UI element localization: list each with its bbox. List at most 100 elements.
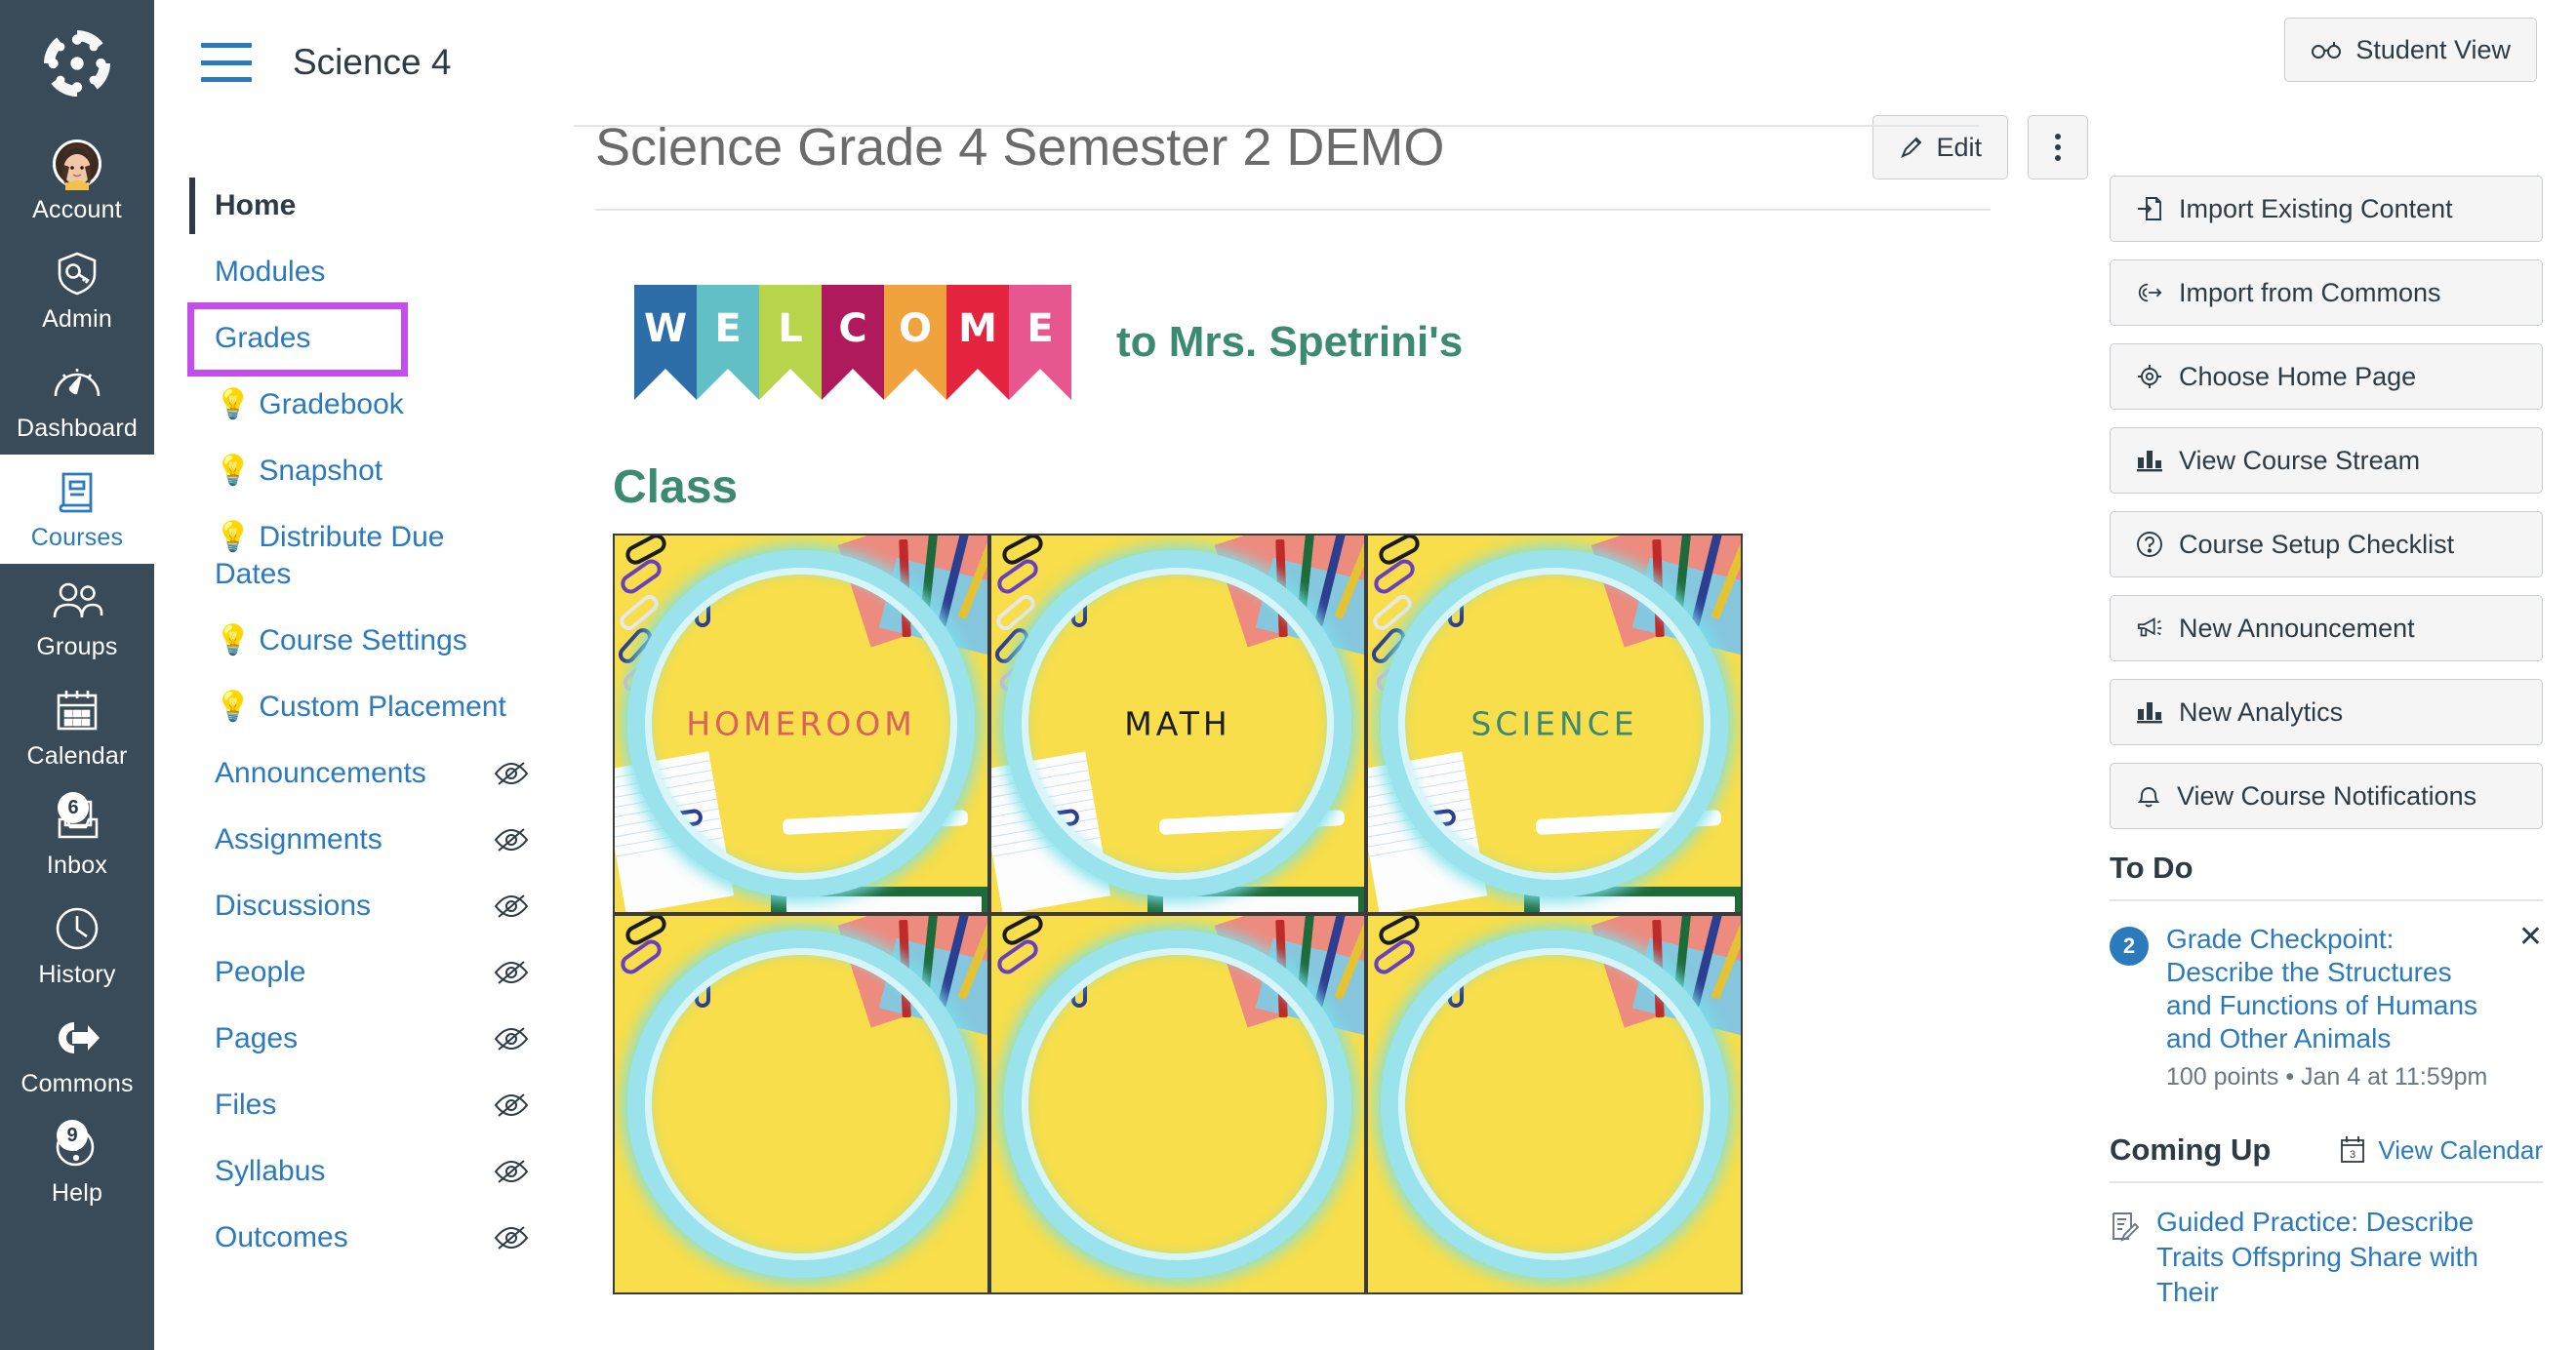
student-view-button[interactable]: Student View bbox=[2284, 18, 2537, 82]
class-card-label: HOMEROOM bbox=[686, 704, 916, 743]
welcome-flags: W E L C O M E bbox=[634, 285, 1071, 400]
class-card[interactable] bbox=[613, 914, 989, 1294]
view-course-notifications-button[interactable]: View Course Notifications bbox=[2110, 763, 2543, 829]
speedometer-icon bbox=[53, 355, 101, 410]
view-calendar-link[interactable]: 3 View Calendar bbox=[2339, 1135, 2543, 1166]
bar-chart-icon bbox=[2136, 699, 2163, 725]
pencil-icon bbox=[1899, 135, 1924, 160]
hamburger-icon[interactable] bbox=[201, 43, 252, 82]
global-nav-item-groups[interactable]: Groups bbox=[0, 564, 154, 673]
svg-text:3: 3 bbox=[2350, 1149, 2355, 1161]
import-document-icon bbox=[2136, 195, 2163, 222]
global-nav-label: History bbox=[38, 961, 116, 988]
todo-count-badge: 2 bbox=[2110, 927, 2149, 966]
main-content: Science Grade 4 Semester 2 DEMO Edit W E… bbox=[574, 0, 2088, 1350]
class-card[interactable]: SCIENCE bbox=[1366, 534, 1743, 914]
global-nav-item-history[interactable]: History bbox=[0, 892, 154, 1001]
assignment-icon bbox=[2110, 1211, 2139, 1242]
new-announcement-button[interactable]: New Announcement bbox=[2110, 595, 2543, 661]
global-nav-item-dashboard[interactable]: Dashboard bbox=[0, 345, 154, 455]
inbox-badge: 6 bbox=[58, 792, 89, 823]
canvas-logo[interactable] bbox=[0, 0, 154, 127]
course-nav-item-syllabus[interactable]: Syllabus bbox=[189, 1143, 574, 1200]
eye-off-icon bbox=[494, 1026, 529, 1052]
avatar-icon bbox=[51, 137, 103, 191]
course-nav-item-people[interactable]: People bbox=[189, 944, 574, 1001]
global-navigation: Account Admin Dashboard Courses Groups C… bbox=[0, 0, 154, 1350]
card-ring-inner bbox=[1022, 948, 1334, 1260]
course-nav-label: Syllabus bbox=[215, 1155, 326, 1187]
lightbulb-icon: 💡 bbox=[215, 388, 252, 420]
course-nav-item-discussions[interactable]: Discussions bbox=[189, 878, 574, 934]
class-card[interactable]: HOMEROOM bbox=[613, 534, 989, 914]
welcome-banner: W E L C O M E to Mrs. Spetrini's bbox=[595, 285, 2088, 400]
course-nav-item-course-settings[interactable]: 💡 Course Settings bbox=[189, 613, 574, 669]
global-nav-item-account[interactable]: Account bbox=[0, 127, 154, 236]
global-nav-item-admin[interactable]: Admin bbox=[0, 236, 154, 345]
global-nav-item-commons[interactable]: Commons bbox=[0, 1001, 154, 1110]
course-nav-label: Discussions bbox=[215, 890, 372, 922]
shield-key-icon bbox=[54, 246, 101, 300]
coming-up-divider bbox=[2110, 1181, 2543, 1183]
sidebar-button-label: Choose Home Page bbox=[2179, 361, 2417, 391]
course-nav-item-home[interactable]: Home bbox=[189, 178, 574, 234]
course-nav-label: Assignments bbox=[215, 823, 382, 855]
course-nav-item-files[interactable]: Files bbox=[189, 1077, 574, 1133]
clock-icon bbox=[55, 901, 100, 956]
course-nav-label: Grades bbox=[215, 322, 311, 354]
todo-item-link[interactable]: Grade Checkpoint: Describe the Structure… bbox=[2166, 923, 2500, 1055]
lightbulb-icon: 💡 bbox=[215, 455, 252, 487]
eyeglasses-icon bbox=[2311, 40, 2344, 60]
course-nav-item-pages[interactable]: Pages bbox=[189, 1011, 574, 1067]
global-nav-item-help[interactable]: 9 Help bbox=[0, 1110, 154, 1219]
class-card[interactable] bbox=[1366, 914, 1743, 1294]
course-nav-item-distribute-due-dates[interactable]: 💡 Distribute Due Dates bbox=[189, 509, 574, 603]
coming-up-item-link[interactable]: Guided Practice: Describe Traits Offspri… bbox=[2156, 1205, 2543, 1310]
eye-off-icon bbox=[494, 960, 529, 985]
inbox-icon: 6 bbox=[54, 792, 101, 847]
todo-item-meta: 100 points • Jan 4 at 11:59pm bbox=[2166, 1063, 2488, 1091]
view-course-stream-button[interactable]: View Course Stream bbox=[2110, 427, 2543, 494]
course-nav-item-announcements[interactable]: Announcements bbox=[189, 745, 574, 802]
welcome-flag: M bbox=[946, 285, 1009, 400]
global-nav-item-inbox[interactable]: 6 Inbox bbox=[0, 782, 154, 892]
sidebar-button-label: Import from Commons bbox=[2179, 277, 2441, 307]
class-card[interactable] bbox=[989, 914, 1366, 1294]
import-existing-content-button[interactable]: Import Existing Content bbox=[2110, 176, 2543, 242]
sidebar-button-label: New Analytics bbox=[2179, 696, 2344, 727]
course-nav-label: Gradebook bbox=[259, 388, 404, 420]
global-nav-item-courses[interactable]: Courses bbox=[0, 455, 154, 564]
welcome-flag: L bbox=[759, 285, 822, 400]
course-sidebar: Student View Import Existing Content Imp… bbox=[2088, 0, 2576, 1350]
class-card-label: MATH bbox=[1124, 704, 1231, 743]
course-nav-item-outcomes[interactable]: Outcomes bbox=[189, 1210, 574, 1266]
more-options-button[interactable] bbox=[2028, 115, 2088, 179]
course-nav-label: Custom Placement bbox=[259, 691, 506, 723]
sidebar-button-label: New Announcement bbox=[2179, 613, 2415, 643]
todo-heading-label: To Do bbox=[2110, 851, 2194, 885]
import-from-commons-button[interactable]: Import from Commons bbox=[2110, 259, 2543, 326]
course-nav-item-assignments[interactable]: Assignments bbox=[189, 812, 574, 868]
edit-button-label: Edit bbox=[1936, 132, 1982, 162]
lightbulb-icon: 💡 bbox=[215, 691, 252, 723]
welcome-flag: E bbox=[1009, 285, 1071, 400]
close-icon[interactable]: ✕ bbox=[2518, 923, 2543, 952]
global-nav-label: Calendar bbox=[26, 742, 128, 770]
calendar-icon: 3 bbox=[2339, 1135, 2366, 1165]
eye-off-icon bbox=[494, 827, 529, 853]
course-nav-item-custom-placement[interactable]: 💡 Custom Placement bbox=[189, 679, 574, 735]
class-card[interactable]: MATH bbox=[989, 534, 1366, 914]
choose-home-page-button[interactable]: Choose Home Page bbox=[2110, 343, 2543, 410]
page-header: Science Grade 4 Semester 2 DEMO Edit bbox=[595, 0, 2088, 179]
course-nav-item-modules[interactable]: Modules bbox=[189, 244, 574, 300]
student-view-label: Student View bbox=[2355, 34, 2511, 64]
calendar-icon bbox=[55, 683, 100, 737]
global-nav-item-calendar[interactable]: Calendar bbox=[0, 673, 154, 782]
lightbulb-icon: 💡 bbox=[215, 624, 252, 656]
new-analytics-button[interactable]: New Analytics bbox=[2110, 679, 2543, 745]
welcome-flag: E bbox=[697, 285, 759, 400]
course-setup-checklist-button[interactable]: Course Setup Checklist bbox=[2110, 511, 2543, 577]
course-nav-item-gradebook[interactable]: 💡 Gradebook bbox=[189, 377, 574, 433]
course-nav-item-snapshot[interactable]: 💡 Snapshot bbox=[189, 443, 574, 499]
course-nav-item-grades[interactable]: Grades bbox=[187, 302, 574, 377]
